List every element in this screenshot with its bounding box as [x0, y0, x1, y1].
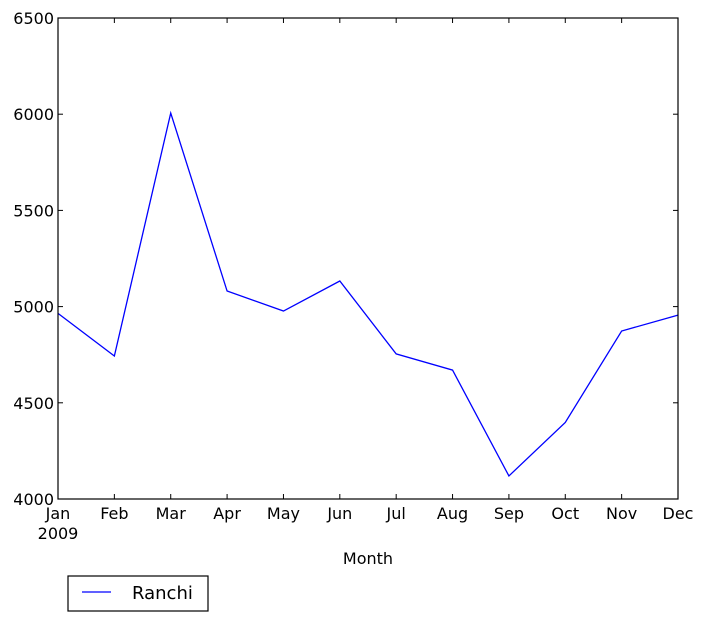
- x-tick-label: Apr: [213, 504, 241, 523]
- series-layer: [57, 110, 679, 477]
- x-tick-label: Jun: [326, 504, 352, 523]
- y-tick-label: 6500: [13, 9, 54, 28]
- x-tick-label: May: [267, 504, 300, 523]
- x-tick-label: Mar: [156, 504, 187, 523]
- x-tick-label: Sep: [494, 504, 524, 523]
- x-axis-label: Month: [343, 549, 393, 568]
- y-tick-label: 5500: [13, 201, 54, 220]
- labels-layer: 400045005000550060006500Jan Feb Mar Apr May J…: [13, 9, 693, 523]
- legend: Ranchi: [67, 575, 209, 612]
- y-tick-label: 5000: [13, 298, 54, 317]
- ticks-layer: [57, 17, 679, 500]
- plot-frame: [57, 17, 679, 500]
- x-tick-label: Jan: [45, 504, 71, 523]
- legend-label-ranchi: Ranchi: [132, 583, 193, 604]
- y-tick-label: 6000: [13, 105, 54, 124]
- x-tick-label: Nov: [606, 504, 637, 523]
- y-tick-label: 4500: [13, 394, 54, 413]
- x-tick-label: Oct: [551, 504, 579, 523]
- x-tick-label: Dec: [663, 504, 694, 523]
- line-chart: 400045005000550060006500Jan Feb Mar Apr May J…: [13, 9, 693, 612]
- x-tick-label: Aug: [437, 504, 468, 523]
- x-axis-year-label: 2009: [38, 524, 79, 543]
- x-tick-label: Jul: [386, 504, 406, 523]
- x-tick-label: Feb: [100, 504, 128, 523]
- series-line-ranchi: [57, 110, 679, 477]
